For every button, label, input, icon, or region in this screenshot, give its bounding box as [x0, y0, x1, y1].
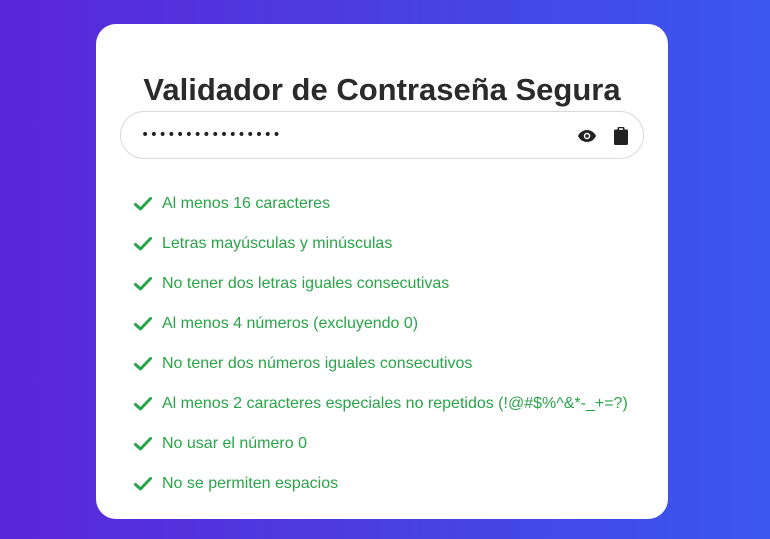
rule-item: No se permiten espacios	[134, 464, 628, 504]
clipboard-icon[interactable]	[610, 125, 632, 147]
rule-label: No se permiten espacios	[162, 475, 339, 492]
rule-label: No tener dos letras iguales consecutivas	[162, 275, 450, 292]
rule-label: Al menos 4 números (excluyendo 0)	[162, 315, 419, 332]
rule-item: No tener dos números iguales consecutivo…	[134, 344, 628, 384]
password-field-container	[120, 111, 644, 159]
rule-label: Al menos 16 caracteres	[162, 195, 331, 212]
check-icon	[134, 436, 152, 452]
page-title: Validador de Contraseña Segura	[143, 72, 621, 107]
rule-label: Al menos 2 caracteres especiales no repe…	[162, 395, 628, 412]
rule-item: Al menos 4 números (excluyendo 0)	[134, 304, 628, 344]
rule-label: Letras mayúsculas y minúsculas	[162, 235, 393, 252]
check-icon	[134, 316, 152, 332]
rule-item: Al menos 2 caracteres especiales no repe…	[134, 384, 628, 424]
check-icon	[134, 356, 152, 372]
check-icon	[134, 196, 152, 212]
check-icon	[134, 276, 152, 292]
validator-card: Validador de Contraseña Segura Al menos …	[96, 24, 668, 519]
rule-label: No tener dos números iguales consecutivo…	[162, 355, 473, 372]
rules-list: Al menos 16 caracteres Letras mayúsculas…	[134, 184, 628, 504]
check-icon	[134, 236, 152, 252]
rule-item: No usar el número 0	[134, 424, 628, 464]
check-icon	[134, 396, 152, 412]
rule-label: No usar el número 0	[162, 435, 307, 452]
eye-icon[interactable]	[576, 125, 598, 147]
password-input[interactable]	[141, 112, 561, 158]
rule-item: No tener dos letras iguales consecutivas	[134, 264, 628, 304]
check-icon	[134, 476, 152, 492]
rule-item: Al menos 16 caracteres	[134, 184, 628, 224]
rule-item: Letras mayúsculas y minúsculas	[134, 224, 628, 264]
